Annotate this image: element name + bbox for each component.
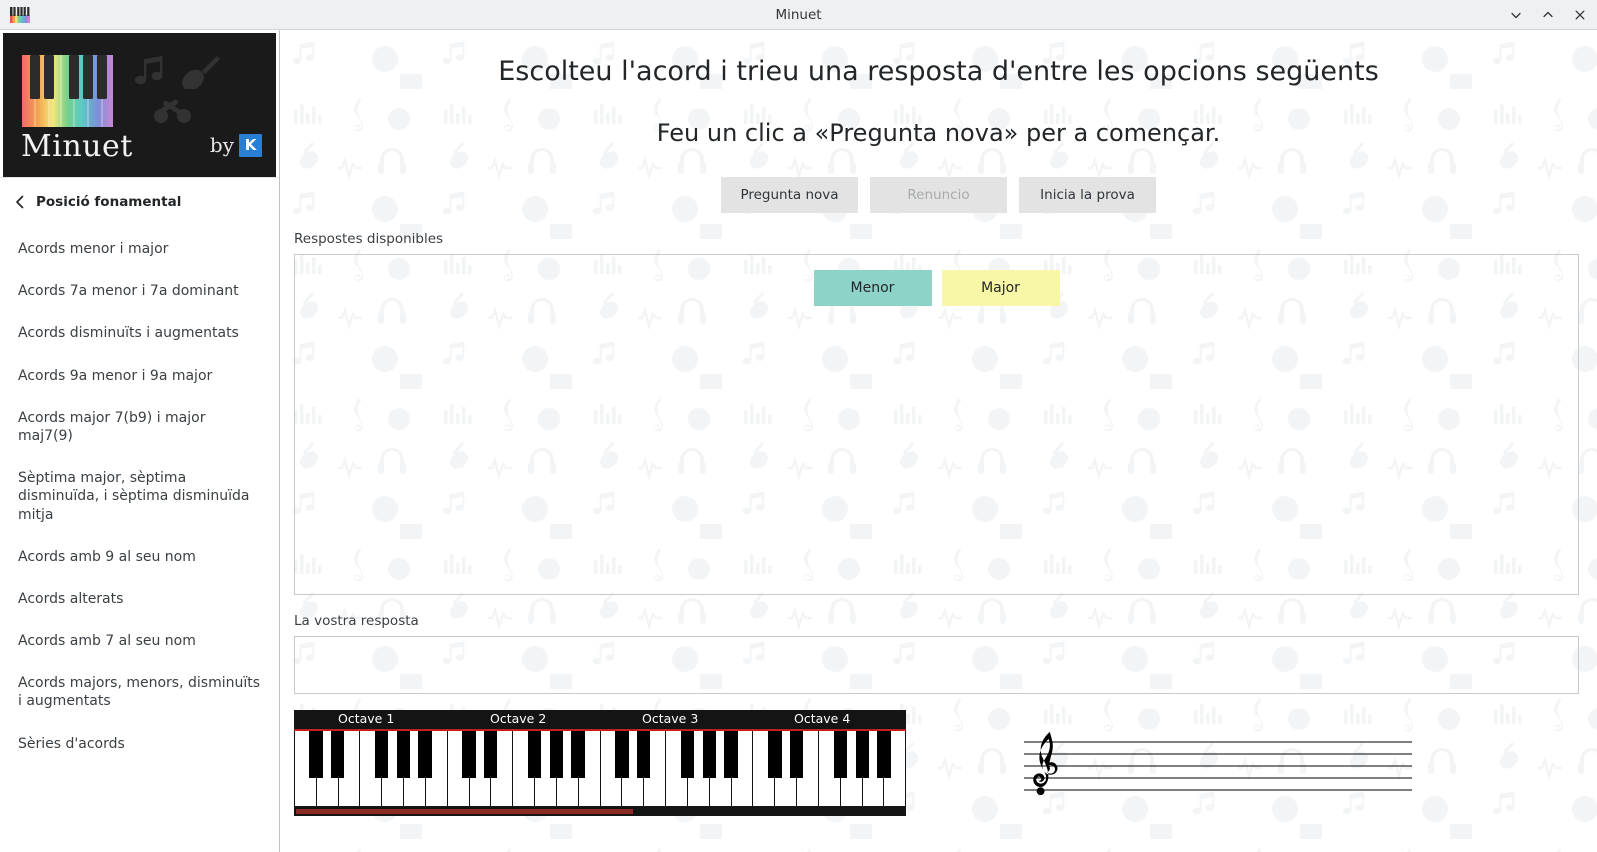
app-window: Minuet Minuet by K Posició fonamental Ac… bbox=[0, 0, 1597, 852]
piano-white-key[interactable] bbox=[818, 730, 841, 806]
piano-white-key[interactable] bbox=[338, 730, 361, 806]
logo-piano-keys-icon bbox=[22, 55, 113, 127]
sidebar-item-3[interactable]: Acords 9a menor i 9a major bbox=[0, 355, 279, 397]
title-bar: Minuet bbox=[0, 0, 1597, 30]
sidebar-item-0[interactable]: Acords menor i major bbox=[0, 228, 279, 270]
piano-white-key[interactable] bbox=[884, 730, 906, 806]
piano-scrollbar[interactable] bbox=[294, 805, 906, 816]
piano-white-key[interactable] bbox=[404, 730, 426, 806]
minimize-button[interactable] bbox=[1507, 6, 1525, 24]
sidebar-item-8[interactable]: Acords amb 7 al seu nom bbox=[0, 620, 279, 662]
piano-white-key[interactable] bbox=[316, 730, 339, 806]
octave-label-4: Octave 4 bbox=[794, 710, 851, 726]
music-staff-widget bbox=[1016, 710, 1426, 806]
chevron-left-icon bbox=[16, 195, 24, 209]
available-answers-panel: Menor Major bbox=[294, 253, 1579, 595]
piano-white-key[interactable] bbox=[862, 730, 885, 806]
bottom-row: Octave 1 Octave 2 Octave 3 Octave 4 bbox=[280, 709, 1597, 852]
piano-white-key[interactable] bbox=[535, 730, 557, 806]
piano-white-key[interactable] bbox=[753, 730, 776, 806]
piano-white-keys bbox=[294, 730, 906, 806]
answer-option-major[interactable]: Major bbox=[941, 269, 1060, 306]
page-title: Escolteu l'acord i trieu una resposta d'… bbox=[498, 56, 1379, 87]
octave-label-2: Octave 2 bbox=[490, 710, 547, 726]
sidebar-back-label: Posició fonamental bbox=[36, 194, 182, 210]
give-up-button[interactable]: Renuncio bbox=[870, 176, 1007, 213]
logo-wordmark: Minuet bbox=[21, 129, 133, 164]
piano-white-key[interactable] bbox=[513, 730, 536, 806]
your-answer-label: La vostra resposta bbox=[294, 612, 419, 629]
window-body: Minuet by K Posició fonamental Acords me… bbox=[0, 30, 1597, 852]
answer-option-menor[interactable]: Menor bbox=[813, 269, 932, 306]
piano-white-key[interactable] bbox=[644, 730, 667, 806]
guitar-deco-icon bbox=[182, 56, 220, 89]
piano-white-key[interactable] bbox=[447, 730, 470, 806]
sidebar: Minuet by K Posició fonamental Acords me… bbox=[0, 30, 280, 852]
piano-white-key[interactable] bbox=[382, 730, 405, 806]
piano-widget: Octave 1 Octave 2 Octave 3 Octave 4 bbox=[294, 709, 906, 816]
piano-white-key[interactable] bbox=[797, 730, 819, 806]
sidebar-item-6[interactable]: Acords amb 9 al seu nom bbox=[0, 536, 279, 578]
music-staff bbox=[1024, 731, 1412, 795]
your-answer-panel[interactable] bbox=[294, 635, 1579, 694]
exercise-toolbar: Pregunta nova Renuncio Inicia la prova bbox=[280, 176, 1597, 213]
piano-white-key[interactable] bbox=[775, 730, 798, 806]
by-label: by bbox=[209, 133, 234, 157]
window-title: Minuet bbox=[775, 6, 822, 23]
sidebar-item-1[interactable]: Acords 7a menor i 7a dominant bbox=[0, 270, 279, 312]
minuet-logo-panel: Minuet by K bbox=[3, 33, 276, 177]
piano-white-key[interactable] bbox=[491, 730, 514, 806]
window-controls bbox=[1507, 0, 1589, 30]
piano-white-key[interactable] bbox=[360, 730, 383, 806]
sidebar-item-10[interactable]: Sèries d'acords bbox=[0, 723, 279, 765]
answer-options-row: Menor Major bbox=[813, 269, 1060, 306]
piano-scrollbar-thumb[interactable] bbox=[296, 808, 633, 814]
piano-white-key[interactable] bbox=[425, 730, 448, 806]
headings-block: Escolteu l'acord i trieu una resposta d'… bbox=[280, 30, 1597, 151]
sidebar-item-9[interactable]: Acords majors, menors, disminuïts i augm… bbox=[0, 662, 279, 722]
piano-white-key[interactable] bbox=[687, 730, 710, 806]
piano-keyboard[interactable]: Octave 1 Octave 2 Octave 3 Octave 4 bbox=[294, 709, 906, 806]
microphone-deco-icon bbox=[154, 99, 191, 123]
piano-white-key[interactable] bbox=[600, 730, 623, 806]
new-question-button[interactable]: Pregunta nova bbox=[721, 176, 858, 213]
start-test-button[interactable]: Inicia la prova bbox=[1019, 176, 1156, 213]
maximize-button[interactable] bbox=[1539, 6, 1557, 24]
treble-clef-icon bbox=[1033, 731, 1058, 795]
sidebar-list: Acords menor i major Acords 7a menor i 7… bbox=[0, 224, 279, 852]
available-answers-label: Respostes disponibles bbox=[294, 230, 444, 247]
octave-label-3: Octave 3 bbox=[642, 710, 699, 726]
sidebar-item-5[interactable]: Sèptima major, sèptima disminuïda, i sèp… bbox=[0, 457, 279, 536]
piano-white-key[interactable] bbox=[840, 730, 863, 806]
music-note-deco-icon bbox=[135, 56, 163, 85]
main-content: Escolteu l'acord i trieu una resposta d'… bbox=[280, 30, 1597, 852]
piano-white-key[interactable] bbox=[666, 730, 688, 806]
sidebar-item-2[interactable]: Acords disminuïts i augmentats bbox=[0, 312, 279, 354]
piano-white-key[interactable] bbox=[294, 730, 317, 806]
octave-label-bar: Octave 1 Octave 2 Octave 3 Octave 4 bbox=[294, 709, 906, 729]
close-button[interactable] bbox=[1571, 6, 1589, 24]
piano-white-key[interactable] bbox=[556, 730, 579, 806]
logo-by-kde: by K bbox=[210, 133, 262, 157]
piano-white-key[interactable] bbox=[469, 730, 492, 806]
piano-white-key[interactable] bbox=[709, 730, 732, 806]
piano-white-key[interactable] bbox=[622, 730, 645, 806]
sidebar-item-4[interactable]: Acords major 7(b9) i major maj7(9) bbox=[0, 397, 279, 457]
kde-badge-icon: K bbox=[239, 133, 262, 157]
sidebar-back-header[interactable]: Posició fonamental bbox=[0, 177, 279, 224]
page-subtitle: Feu un clic a «Pregunta nova» per a come… bbox=[656, 118, 1221, 147]
sidebar-item-7[interactable]: Acords alterats bbox=[0, 578, 279, 620]
piano-white-key[interactable] bbox=[731, 730, 754, 806]
piano-white-key[interactable] bbox=[578, 730, 601, 806]
octave-label-1: Octave 1 bbox=[338, 710, 395, 726]
